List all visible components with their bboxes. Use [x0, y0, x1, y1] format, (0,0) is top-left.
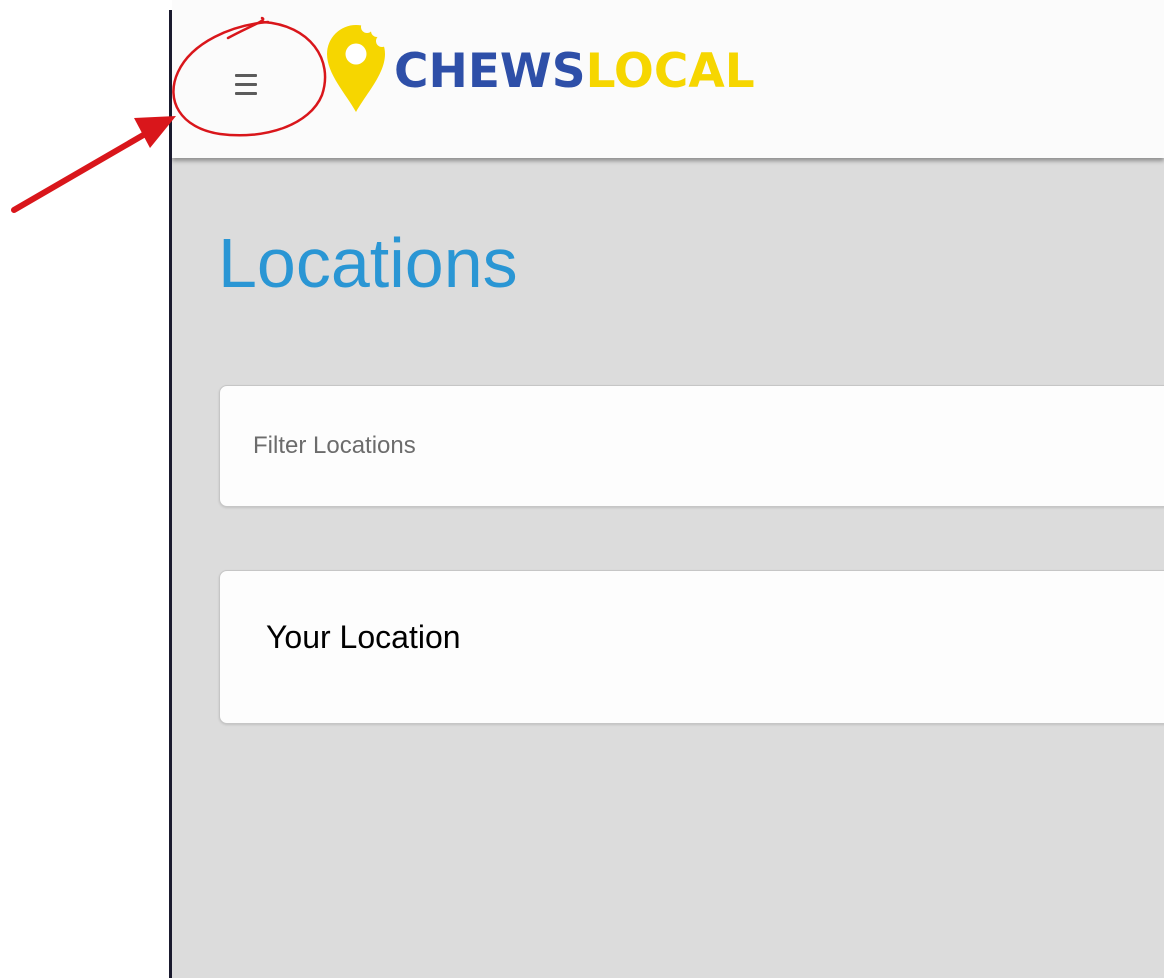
menu-button[interactable] [222, 60, 272, 110]
app-window: CHEWSLOCAL Locations Your Location [172, 0, 1164, 978]
location-card-your-location[interactable]: Your Location [219, 570, 1164, 724]
page-title: Locations [218, 224, 518, 302]
filter-card [219, 385, 1164, 507]
filter-locations-input[interactable] [253, 424, 1133, 468]
logo-text-chews: CHEWS [394, 43, 586, 99]
map-pin-bite-icon [327, 25, 385, 113]
logo-text-local: LOCAL [585, 43, 755, 99]
brand-logo[interactable]: CHEWSLOCAL [324, 18, 755, 118]
arrow-pointer [11, 116, 176, 213]
top-app-bar: CHEWSLOCAL [172, 0, 1164, 158]
logo-wordmark: CHEWSLOCAL [394, 48, 755, 95]
location-label: Your Location [266, 619, 461, 655]
